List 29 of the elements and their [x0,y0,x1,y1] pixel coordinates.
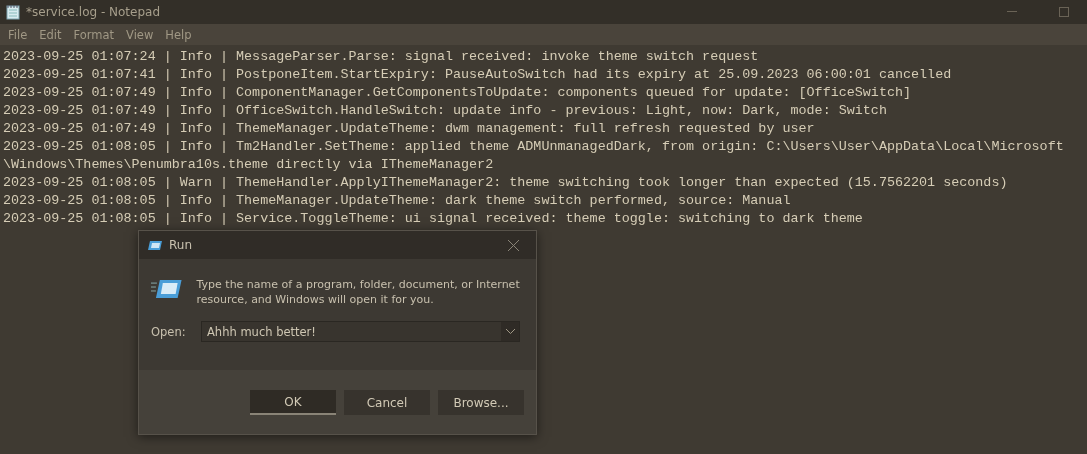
run-icon [147,239,163,251]
menu-item[interactable]: Help [159,27,198,42]
dialog-button[interactable]: Browse... [438,390,524,415]
open-combobox[interactable]: Ahhh much better! [201,321,520,342]
log-line: 2023-09-25 01:07:24 | Info | MessageParser.Parse: signal received: invoke theme switch request [3,48,760,66]
log-line: 2023-09-25 01:07:49 | Info | ThemeManager.UpdateTheme: dwm management: full refresh requested by user [3,120,816,138]
notepad-icon [6,4,20,20]
log-line: 2023-09-25 01:08:05 | Info | ThemeManager.UpdateTheme: dark theme switch performed, source: Manual [3,192,792,210]
dialog-button[interactable]: Cancel [344,390,430,415]
menu-item[interactable]: View [120,27,160,42]
menu-item[interactable]: Edit [33,27,68,42]
chevron-icon[interactable] [505,329,515,334]
menu-item[interactable]: Format [67,27,121,42]
close-icon[interactable] [507,239,519,251]
dialog-description: Type the name of a program, folder, document, or Internet resource, and Windows will open it for you. [196,277,521,307]
run-icon [151,277,183,301]
log-line: 2023-09-25 01:08:05 | Info | Service.ToggleTheme: ui signal received: theme toggle: switching to dark theme [3,210,864,228]
maximize-icon[interactable] [1059,7,1069,17]
window-title: *service.log - Notepad [26,5,161,19]
log-line: 2023-09-25 01:07:41 | Info | PostponeItem.StartExpiry: PauseAutoSwitch had its expiry at 25.09.2023 06:00:01 cancelled [3,66,953,84]
log-line: 2023-09-25 01:08:05 | Warn | ThemeHandler.ApplyIThemeManager2: theme switching took longer than expected (15.7562201 seconds) [3,174,1009,192]
menu-item[interactable]: File [2,27,34,42]
log-line: 2023-09-25 01:07:49 | Info | ComponentManager.GetComponentsToUpdate: components queued for update: [OfficeSwitch] [3,84,913,102]
log-line: 2023-09-25 01:08:05 | Info | Tm2Handler.SetTheme: applied theme ADMUnmanagedDark, from origin: C:\Users\User\AppData\Local\Microsoft\Windows\Themes\Penumbra10s.theme directly via IThemeManager2 [3,138,1064,174]
dialog-button[interactable]: OK [250,390,336,415]
dialog-title: Run [169,238,192,252]
minimize-icon[interactable] [1007,11,1017,13]
log-line: 2023-09-25 01:07:49 | Info | OfficeSwitch.HandleSwitch: update info - previous: Light, now: Dark, mode: Switch [3,102,888,120]
open-label: Open: [151,324,187,339]
